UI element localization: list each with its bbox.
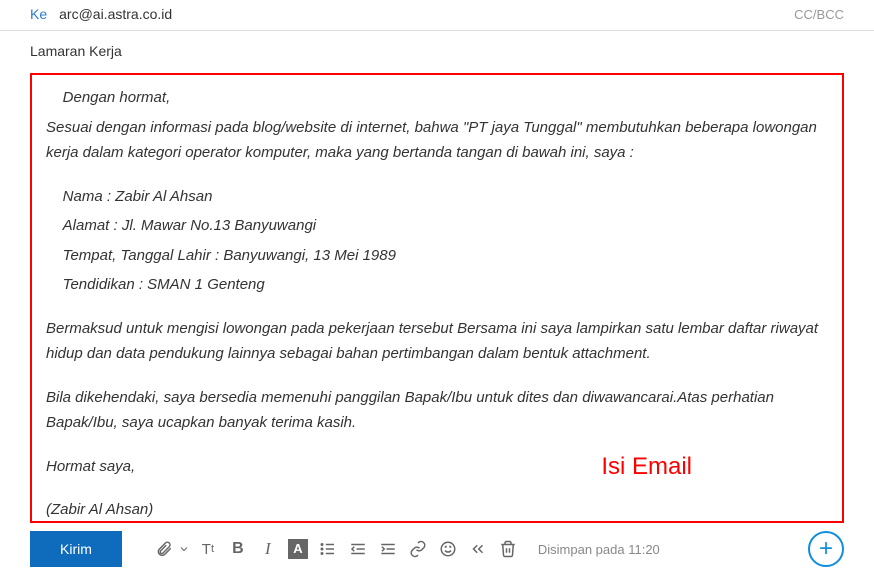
closing: Hormat saya, (46, 454, 828, 480)
indent-icon[interactable] (376, 537, 400, 561)
chevron-down-icon[interactable] (178, 537, 190, 561)
outdent-icon[interactable] (346, 537, 370, 561)
subject-text[interactable]: Lamaran Kerja (30, 43, 122, 59)
italic-icon[interactable]: I (256, 537, 280, 561)
alamat-line: Alamat : Jl. Mawar No.13 Banyuwangi (46, 213, 828, 239)
ccbcc-link[interactable]: CC/BCC (794, 7, 844, 22)
bold-icon[interactable]: B (226, 537, 250, 561)
send-button[interactable]: Kirim (30, 531, 122, 567)
nama-line: Nama : Zabir Al Ahsan (46, 184, 828, 210)
email-body[interactable]: Dengan hormat, Sesuai dengan informasi p… (46, 85, 828, 523)
signature: (Zabir Al Ahsan) (46, 497, 828, 523)
greeting: Dengan hormat, (46, 85, 828, 111)
annotation-label: Isi Email (601, 453, 692, 481)
trash-icon[interactable] (496, 537, 520, 561)
email-body-container[interactable]: Dengan hormat, Sesuai dengan informasi p… (30, 73, 844, 523)
collapse-icon[interactable] (466, 537, 490, 561)
paragraph-3: Bila dikehendaki, saya bersedia memenuhi… (46, 385, 828, 436)
paragraph-2: Bermaksud untuk mengisi lowongan pada pe… (46, 316, 828, 367)
saved-status: Disimpan pada 11:20 (538, 542, 660, 557)
compose-toolbar: Kirim Tt B I A Disimpan pada 11:20 + (0, 523, 874, 567)
add-button[interactable]: + (808, 531, 844, 567)
ttl-line: Tempat, Tanggal Lahir : Banyuwangi, 13 M… (46, 243, 828, 269)
attachment-icon[interactable] (152, 537, 176, 561)
text-bg-icon[interactable]: A (286, 537, 310, 561)
emoji-icon[interactable] (436, 537, 460, 561)
to-row: Ke arc@ai.astra.co.id CC/BCC (0, 0, 874, 31)
bullet-list-icon[interactable] (316, 537, 340, 561)
paragraph-1: Sesuai dengan informasi pada blog/websit… (46, 115, 828, 166)
to-address[interactable]: arc@ai.astra.co.id (59, 6, 794, 22)
subject-row: Lamaran Kerja (0, 31, 874, 69)
pendidikan-line: Tendidikan : SMAN 1 Genteng (46, 272, 828, 298)
font-size-icon[interactable]: Tt (196, 537, 220, 561)
link-icon[interactable] (406, 537, 430, 561)
to-label[interactable]: Ke (30, 6, 47, 22)
